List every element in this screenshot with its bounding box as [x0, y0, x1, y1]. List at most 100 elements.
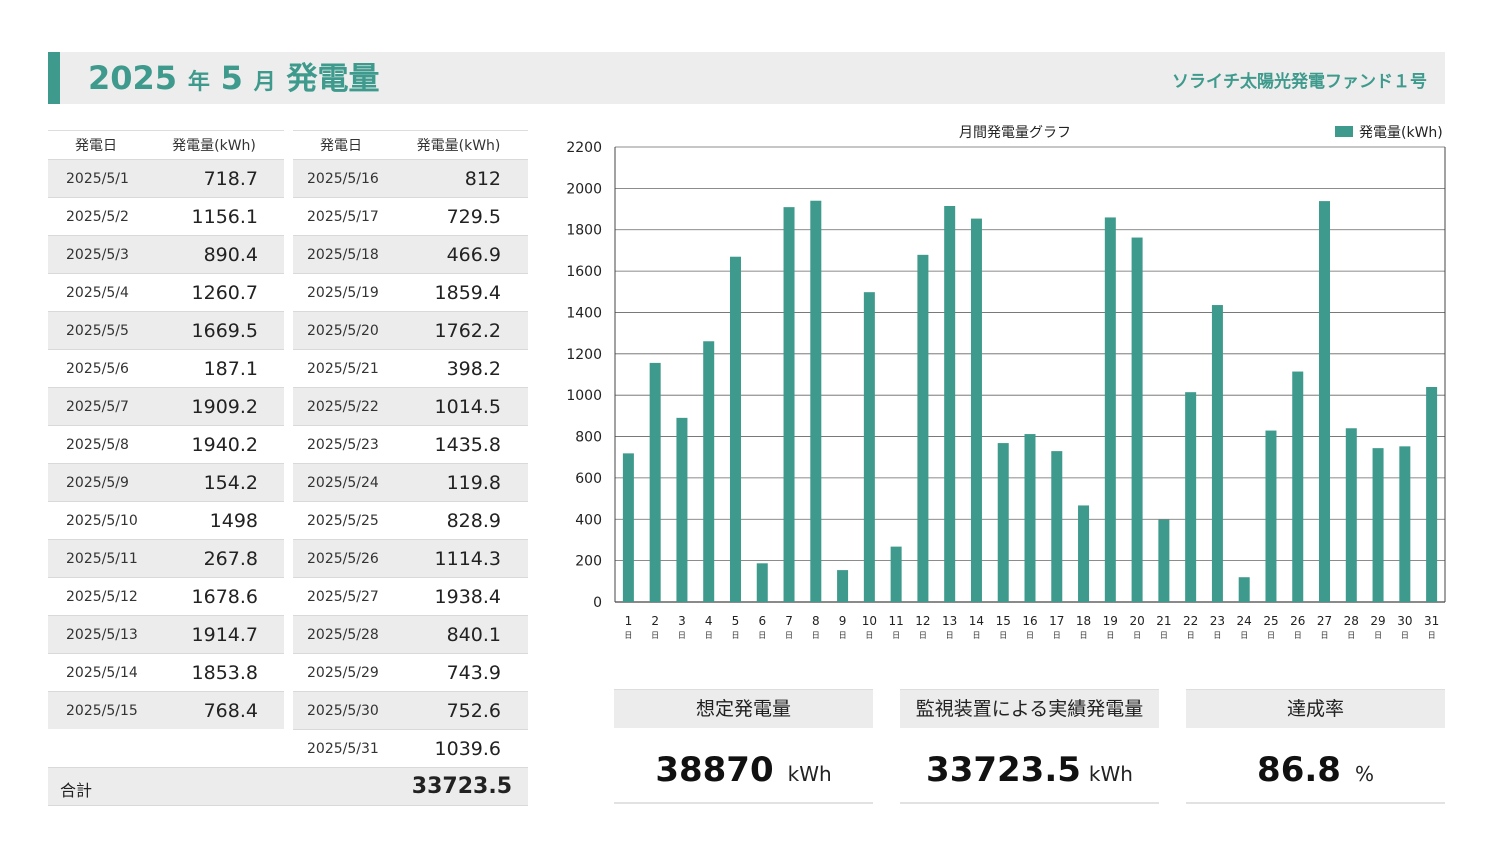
row-date: 2025/5/22 — [307, 398, 379, 415]
row-date: 2025/5/10 — [66, 512, 138, 529]
chart-bar — [1024, 434, 1036, 602]
y-tick-label: 800 — [575, 430, 602, 446]
row-date: 2025/5/4 — [66, 284, 129, 301]
row-value: 1678.6 — [191, 585, 258, 608]
table-body: 2025/5/1 718.7 2025/5/2 1156.1 2025/5/3 890.4… — [48, 159, 284, 729]
chart-bar — [1426, 386, 1438, 602]
table-header: 発電日 発電量(kWh) — [293, 130, 528, 159]
kpi-body: 33723.5 kWh — [900, 728, 1159, 804]
x-tick-suffix: 日 — [1026, 631, 1034, 640]
y-tick-label: 2000 — [566, 181, 602, 197]
x-tick-suffix: 日 — [1267, 631, 1275, 640]
row-date: 2025/5/14 — [66, 664, 138, 681]
chart-bar — [783, 207, 795, 602]
x-tick-label: 2 — [651, 614, 659, 628]
chart-bar — [1104, 217, 1116, 603]
x-tick-suffix: 日 — [758, 631, 766, 640]
x-tick-label: 28 — [1344, 614, 1359, 628]
x-tick-label: 20 — [1129, 614, 1144, 628]
daily-table-left: 発電日 発電量(kWh) 2025/5/1 718.7 2025/5/2 1156.1… — [48, 130, 284, 729]
table-row: 2025/5/15 768.4 — [48, 691, 284, 729]
x-tick-suffix: 日 — [1160, 631, 1168, 640]
row-value: 890.4 — [203, 243, 258, 266]
row-value: 1669.5 — [191, 319, 258, 342]
total-row: 合計 33723.5 — [48, 767, 528, 806]
table-row: 2025/5/21 398.2 — [293, 349, 528, 387]
x-tick-label: 3 — [678, 614, 686, 628]
row-value: 466.9 — [446, 243, 501, 266]
x-tick-label: 16 — [1022, 614, 1037, 628]
y-tick-label: 2200 — [566, 140, 602, 156]
row-date: 2025/5/15 — [66, 702, 138, 719]
row-date: 2025/5/31 — [307, 740, 379, 757]
x-tick-label: 29 — [1370, 614, 1385, 628]
x-tick-label: 9 — [839, 614, 847, 628]
y-tick-label: 600 — [575, 471, 602, 487]
x-tick-label: 27 — [1317, 614, 1332, 628]
y-tick-label: 1600 — [566, 264, 602, 280]
row-date: 2025/5/2 — [66, 208, 129, 225]
row-value: 1940.2 — [191, 433, 258, 456]
kpi-body: 86.8% — [1186, 728, 1445, 804]
x-tick-label: 30 — [1397, 614, 1412, 628]
chart-bar — [756, 563, 768, 602]
kpi-body: 38870 kWh — [614, 728, 873, 804]
x-tick-label: 11 — [888, 614, 903, 628]
chart-bar — [1319, 201, 1331, 602]
x-tick-label: 4 — [705, 614, 713, 628]
row-date: 2025/5/24 — [307, 474, 379, 491]
x-tick-label: 1 — [625, 614, 633, 628]
table-row: 2025/5/10 1498 — [48, 501, 284, 539]
y-tick-label: 400 — [575, 512, 602, 528]
x-tick-label: 14 — [969, 614, 984, 628]
table-row: 2025/5/18 466.9 — [293, 235, 528, 273]
x-tick-suffix: 日 — [1401, 631, 1409, 640]
title-month: 5 — [220, 59, 243, 97]
x-tick-suffix: 日 — [946, 631, 954, 640]
x-tick-label: 21 — [1156, 614, 1171, 628]
title-label: 発電量 — [286, 61, 380, 97]
chart-bar — [703, 341, 715, 602]
x-tick-suffix: 日 — [892, 631, 900, 640]
row-value: 1859.4 — [434, 281, 501, 304]
row-value: 743.9 — [446, 661, 501, 684]
x-tick-suffix: 日 — [1294, 631, 1302, 640]
row-value: 1498 — [209, 509, 258, 532]
row-date: 2025/5/19 — [307, 284, 379, 301]
row-date: 2025/5/23 — [307, 436, 379, 453]
x-tick-suffix: 日 — [624, 631, 632, 640]
row-date: 2025/5/20 — [307, 322, 379, 339]
row-date: 2025/5/1 — [66, 170, 129, 187]
table-row: 2025/5/26 1114.3 — [293, 539, 528, 577]
chart-bar — [1078, 505, 1090, 602]
chart-bar — [676, 417, 688, 602]
row-value: 812 — [464, 167, 501, 190]
x-tick-suffix: 日 — [1080, 631, 1088, 640]
col-date-header: 発電日 — [75, 138, 117, 154]
kpi-value: 38870 — [655, 750, 774, 790]
table-row: 2025/5/11 267.8 — [48, 539, 284, 577]
table-row: 2025/5/6 187.1 — [48, 349, 284, 387]
y-tick-label: 1800 — [566, 223, 602, 239]
x-tick-suffix: 日 — [919, 631, 927, 640]
x-tick-suffix: 日 — [1106, 631, 1114, 640]
chart-bar — [622, 453, 634, 602]
chart-bar — [1131, 237, 1143, 603]
x-tick-suffix: 日 — [1347, 631, 1355, 640]
report-header: 2025 年 5 月 発電量 ソライチ太陽光発電ファンド１号 — [48, 52, 1445, 104]
total-value: 33723.5 — [411, 774, 512, 799]
legend-label: 発電量(kWh) — [1359, 125, 1443, 141]
kpi-unit: % — [1354, 762, 1374, 786]
x-tick-suffix: 日 — [1053, 631, 1061, 640]
row-value: 1853.8 — [191, 661, 258, 684]
fund-name: ソライチ太陽光発電ファンド１号 — [1172, 72, 1427, 92]
row-date: 2025/5/11 — [66, 550, 138, 567]
table-row: 2025/5/4 1260.7 — [48, 273, 284, 311]
x-tick-suffix: 日 — [1321, 631, 1329, 640]
table-header: 発電日 発電量(kWh) — [48, 130, 284, 159]
x-tick-suffix: 日 — [1187, 631, 1195, 640]
row-value: 1156.1 — [191, 205, 258, 228]
x-tick-suffix: 日 — [1428, 631, 1436, 640]
row-value: 828.9 — [446, 509, 501, 532]
chart-bar — [863, 292, 875, 602]
